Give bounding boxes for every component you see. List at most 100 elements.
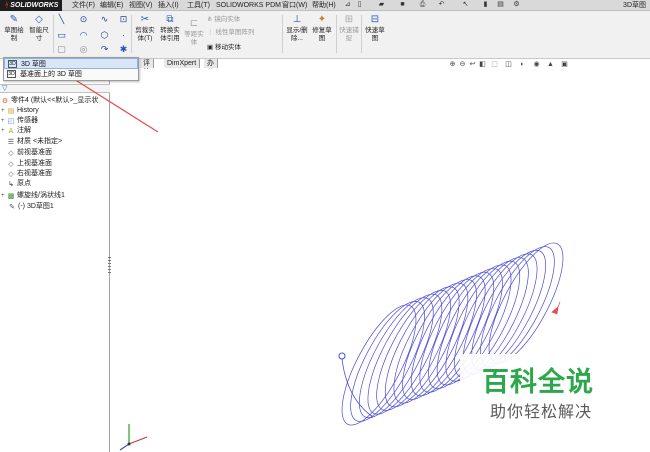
menu-pdm[interactable]: SOLIDWORKS PDM [216,0,281,11]
arc-icon[interactable]: ◠ [78,30,89,40]
select-icon[interactable]: ↖ [461,1,470,9]
rapid-snaps-button[interactable]: ⊞ 快速捕捉 [339,14,359,43]
tab-dimxpert[interactable]: DimXpert [164,59,201,68]
mirror-entities-button[interactable]: ⋔ 镜向实体 [207,15,240,24]
file-properties-icon[interactable]: ▤ [496,1,505,9]
feature-manager-panel: ▽ ⚙ 零件4 (默认<<默认>_显示状 + ▤ History + ◰ 传感器 + A 注解… [0,69,112,452]
repair-sketch-button[interactable]: ✦ 修复草图 [311,14,333,43]
menu-view[interactable]: 视图(V) [129,0,152,11]
tab-evaluate[interactable]: 评估 [140,59,154,76]
undo-icon[interactable]: ↶ [437,1,446,9]
menu-edit[interactable]: 编辑(E) [100,0,123,11]
move-label: 移动实体 [214,44,241,51]
filter-icon[interactable]: ▽ [2,85,7,93]
sketch-tools-group: ╲ ⊙ ∿ ⊡ ▭ ◠ ⬡ · ▢ ◎ ↷ ✱ [56,14,128,54]
menu-file[interactable]: 文件(F) [72,0,95,11]
rapid-snaps-label: 快速捕捉 [339,27,359,42]
tree-item-helix[interactable]: + ▩ 螺旋线/涡状线1 [1,191,65,201]
rebuild-icon[interactable]: ▮ [481,1,490,9]
spline-icon[interactable]: ∿ [99,14,110,24]
print-icon[interactable]: ⎙ [418,1,427,9]
sketch-button[interactable]: ✎ 草图绘制 [3,14,25,43]
sketch-dropdown-menu: 3D 3D 草图 3D 基准面上的 3D 草图 [3,57,139,81]
circle-icon[interactable]: ⊙ [78,14,89,24]
watermark-subtitle: 助你轻松解决 [490,402,593,421]
command-manager: ✎ 草图绘制 ◇ 智能尺寸 ╲ ⊙ ∿ ⊡ ▭ ◠ ⬡ · ▢ ◎ ↷ ✱ ✂ … [0,11,650,59]
tree-root-label: 零件4 (默认<<默认>_显示状 [11,97,99,104]
menu-help[interactable]: 帮助(H) [312,0,336,11]
snap-icon: ⊞ [344,14,354,25]
zoom-area-icon[interactable]: ⊖ [458,61,467,69]
3d-sketch-on-plane-icon: 3D [7,70,16,78]
offset-entities-button[interactable]: ⊏ 等距实体 [184,18,204,47]
point-icon[interactable]: · [118,30,129,40]
open-file-icon[interactable]: ▰ [377,1,386,9]
tree-root-part[interactable]: ⚙ 零件4 (默认<<默认>_显示状 [1,96,98,106]
text-icon[interactable]: ◎ [78,44,89,54]
menu-insert[interactable]: 插入(I) [158,0,179,11]
plane-icon: ◇ [8,171,14,178]
tree-item-right-plane[interactable]: ◇ 右视基准面 [1,169,52,179]
section-view-icon[interactable]: ◧ [478,61,487,69]
line-icon[interactable]: ╲ [56,14,67,24]
quick-sketch-label: 快速草图 [365,27,385,42]
smart-dimension-button[interactable]: ◇ 智能尺寸 [28,14,50,43]
linear-pattern-button[interactable]: ⋮ 线性草图阵列 [207,28,254,37]
menu-item-label: 基准面上的 3D 草图 [20,71,82,78]
3d-sketch-icon: 3D [8,60,17,68]
menu-item-3d-sketch-on-plane[interactable]: 3D 基准面上的 3D 草图 [4,69,138,80]
new-file-icon[interactable]: ▯ [355,1,364,9]
tab-office-products[interactable]: 办公室产品 [204,59,218,103]
menu-window[interactable]: 窗口(W) [282,0,307,11]
display-delete-relations-button[interactable]: ⊥ 显示/删除... [286,14,308,43]
watermark-title: 百科全说 [482,367,594,398]
move-entities-button[interactable]: ▣ 移动实体 [207,43,241,52]
brand-text: SOLIDWORKS [10,2,59,9]
plane-icon[interactable]: ✱ [118,44,129,54]
helix-direction-marker [551,301,561,315]
construction-icon[interactable]: ↷ [99,44,110,54]
window-title: 3D草图 [623,2,646,9]
helix-icon: ▩ [7,193,15,200]
plane-icon: ◇ [8,150,14,157]
hide-show-icon[interactable]: ◐ [518,61,527,69]
view-orientation-icon[interactable]: ⬚ [490,61,499,69]
convert-entities-button[interactable]: ⧉ 转换实体引用 [158,14,182,43]
watermark-badge: 百科全说 助你轻松解决 [460,354,628,426]
menu-tools[interactable]: 工具(T) [187,0,210,11]
trim-icon: ✂ [140,14,150,25]
tree-item-material[interactable]: ☰ 材质 <未指定> [1,137,62,147]
material-icon: ☰ [7,139,15,146]
sensor-icon: ◰ [7,118,15,125]
edit-appearance-icon[interactable]: ◉ [532,61,541,69]
tree-item-origin[interactable]: ↳ 原点 [1,179,31,189]
display-style-icon[interactable]: ◫ [504,61,513,69]
options-icon[interactable]: ⚙ [512,1,521,9]
tree-item-sensors[interactable]: + ◰ 传感器 [1,116,38,126]
repair-label: 修复草图 [312,27,332,42]
tree-item-3d-sketch[interactable]: ✎ (-) 3D草图1 [8,202,54,212]
scene-icon[interactable]: ▲ [546,61,555,69]
view-settings-icon[interactable]: ▣ [560,61,569,69]
previous-view-icon[interactable]: ↩ [468,61,477,69]
tree-item-label: 前视基准面 [17,149,52,156]
polygon-icon[interactable]: ⬡ [99,30,110,40]
fillet-icon[interactable]: ▢ [56,44,67,54]
tree-item-annotations[interactable]: + A 注解 [1,126,31,136]
pin-icon[interactable]: ⊿ [343,1,352,9]
trim-entities-button[interactable]: ✂ 剪裁实体(T) [134,14,156,43]
offset-icon: ⊏ [189,18,199,29]
helix-start-lead [341,358,374,418]
sketch-icon: ✎ [9,14,19,25]
menu-item-3d-sketch[interactable]: 3D 3D 草图 [4,58,138,69]
zoom-to-fit-icon[interactable]: ⊕ [448,61,457,69]
quick-sketch-button[interactable]: ⊟ 快速草图 [364,14,386,43]
slot-icon[interactable]: ⊡ [118,14,129,24]
tree-item-top-plane[interactable]: ◇ 上视基准面 [1,159,52,169]
ribbon-divider [361,15,362,53]
tree-item-history[interactable]: + ▤ History [1,106,39,116]
tree-item-front-plane[interactable]: ◇ 前视基准面 [1,148,52,158]
rectangle-icon[interactable]: ▭ [56,30,67,40]
tree-item-label: 材质 <未指定> [17,138,63,145]
save-icon[interactable]: ■ [398,1,407,9]
